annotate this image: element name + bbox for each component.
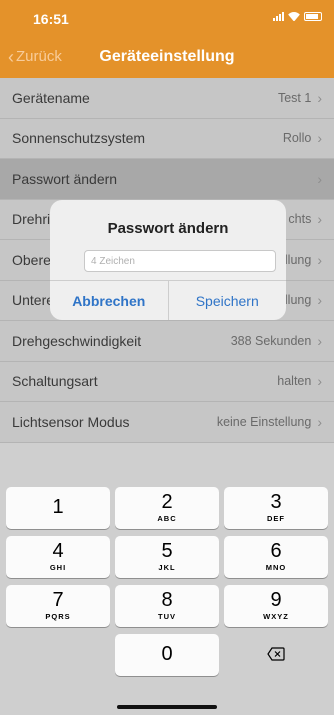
row-label: Schaltungsart	[12, 373, 98, 390]
row-label: Lichtsensor Modus	[12, 413, 130, 430]
signal-icon	[273, 11, 284, 21]
row-label: Sonnenschutzsystem	[12, 130, 146, 147]
chevron-right-icon: ›	[317, 89, 322, 106]
key-7[interactable]: 7 PQRS	[6, 585, 110, 627]
row-label: Drehgeschwindigkeit	[12, 332, 142, 349]
row-value: Test 1	[277, 90, 312, 105]
chevron-right-icon: ›	[317, 211, 322, 228]
save-button[interactable]: Speichern	[167, 281, 287, 320]
wifi-icon	[288, 11, 300, 21]
key-8[interactable]: 8 TUV	[115, 585, 219, 627]
settings-row-rotation-speed[interactable]: Drehgeschwindigkeit 388 Sekunden ›	[0, 321, 334, 362]
key-6[interactable]: 6 MNO	[224, 536, 328, 578]
key-2[interactable]: 2 ABC	[115, 487, 219, 529]
key-digit: 1	[52, 496, 64, 518]
key-3[interactable]: 3 DEF	[224, 487, 328, 529]
status-icons	[273, 11, 322, 21]
key-digit: 4	[52, 540, 64, 562]
row-value: chts	[288, 212, 312, 227]
row-label: Gerätename	[12, 89, 90, 106]
settings-row-change-password[interactable]: Passwort ändern ›	[0, 159, 334, 200]
status-time: 16:51	[33, 11, 69, 27]
key-digit: 6	[270, 540, 282, 562]
key-digit: 9	[270, 589, 282, 611]
row-label: Passwort ändern	[12, 170, 118, 187]
key-5[interactable]: 5 JKL	[115, 536, 219, 578]
key-letters: PQRS	[45, 612, 71, 621]
key-letters: TUV	[158, 612, 176, 621]
chevron-right-icon: ›	[317, 251, 322, 268]
chevron-right-icon: ›	[317, 373, 322, 390]
row-value: keine Einstellung	[216, 414, 312, 429]
password-input[interactable]	[84, 250, 276, 272]
key-letters: JKL	[158, 563, 176, 572]
key-letters: WXYZ	[263, 612, 289, 621]
key-4[interactable]: 4 GHI	[6, 536, 110, 578]
key-9[interactable]: 9 WXYZ	[224, 585, 328, 627]
key-letters: ABC	[157, 514, 177, 523]
delete-key[interactable]	[224, 634, 328, 676]
cancel-button[interactable]: Abbrechen	[50, 281, 168, 320]
key-1[interactable]: 1	[6, 487, 110, 529]
key-letters: MNO	[265, 563, 287, 572]
settings-row-switching-mode[interactable]: Schaltungsart halten ›	[0, 362, 334, 402]
settings-row-sunshade-system[interactable]: Sonnenschutzsystem Rollo ›	[0, 119, 334, 159]
key-digit: 5	[161, 540, 173, 562]
chevron-right-icon: ›	[317, 332, 322, 349]
battery-icon	[304, 11, 322, 21]
chevron-right-icon: ›	[317, 170, 322, 187]
key-digit: 0	[161, 643, 173, 665]
key-letters: GHI	[49, 563, 67, 572]
key-digit: 7	[52, 589, 64, 611]
numeric-keypad: 1 2 ABC 3 DEF 4 GHI 5 JKL 6 MNO 7 PQRS 8…	[0, 481, 334, 715]
key-letters: DEF	[267, 514, 285, 523]
key-digit: 8	[161, 589, 173, 611]
row-value: 388 Sekunden	[230, 333, 312, 348]
row-value: llung	[284, 252, 312, 267]
delete-backspace-icon	[267, 647, 285, 661]
dialog-actions: Abbrechen Speichern	[50, 280, 286, 320]
nav-bar: ‹ Zurück Geräteeinstellung	[0, 36, 334, 78]
row-value: Rollo	[282, 131, 312, 146]
key-digit: 2	[161, 491, 173, 513]
chevron-right-icon: ›	[317, 130, 322, 147]
chevron-right-icon: ›	[317, 292, 322, 309]
settings-row-light-sensor-mode[interactable]: Lichtsensor Modus keine Einstellung ›	[0, 402, 334, 443]
key-0[interactable]: 0	[115, 634, 219, 676]
chevron-right-icon: ›	[317, 413, 322, 430]
home-indicator[interactable]	[117, 705, 217, 709]
key-digit: 3	[270, 491, 282, 513]
page-title: Geräteeinstellung	[99, 48, 235, 65]
settings-row-device-name[interactable]: Gerätename Test 1 ›	[0, 78, 334, 119]
change-password-dialog: Passwort ändern Abbrechen Speichern	[50, 200, 286, 320]
status-bar: 16:51	[0, 0, 334, 36]
row-value: halten	[277, 374, 312, 389]
dialog-title: Passwort ändern	[107, 220, 229, 237]
